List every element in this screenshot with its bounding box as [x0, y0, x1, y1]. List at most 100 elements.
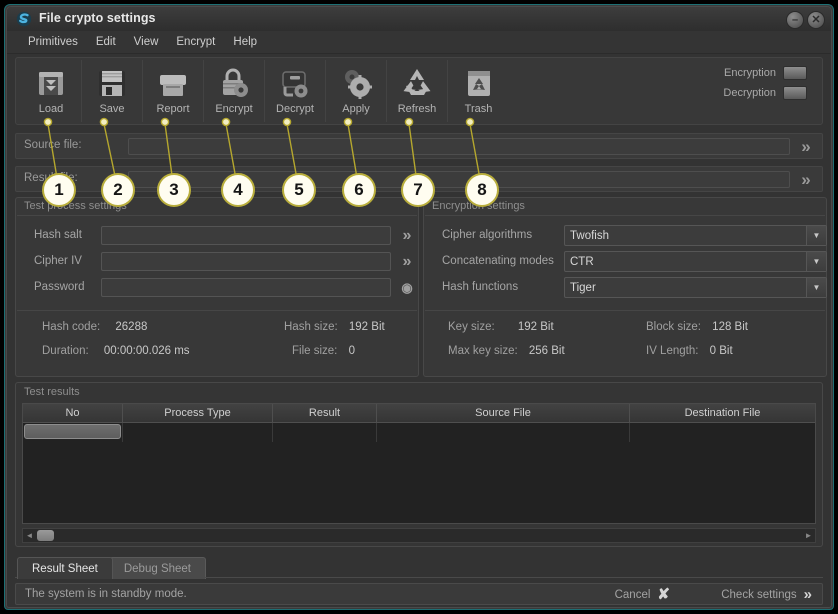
menu-item-view[interactable]: View: [125, 33, 168, 51]
cipher-iv-generate-button[interactable]: »: [396, 251, 418, 272]
scroll-left-arrow-icon[interactable]: ◄: [23, 531, 36, 540]
toolbar-label-save: Save: [99, 103, 125, 115]
result-file-browse-button[interactable]: »: [794, 170, 818, 190]
chevron-down-icon[interactable]: ▼: [806, 226, 826, 245]
hash-size-value: 192 Bit: [348, 321, 385, 333]
hash-functions-select[interactable]: Tiger ▼: [564, 277, 827, 298]
check-settings-label: Check settings: [721, 588, 797, 601]
block-size-label: Block size:: [646, 321, 701, 333]
toolbar-button-save[interactable]: Save: [82, 60, 143, 122]
toolbar-button-load[interactable]: Load: [21, 60, 82, 122]
toolbar-label-trash: Trash: [464, 103, 493, 115]
cipher-algorithms-label: Cipher algorithms: [442, 229, 533, 241]
toolbar-button-refresh[interactable]: Refresh: [387, 60, 448, 122]
iv-length-value: 0 Bit: [709, 345, 733, 357]
toolbar-status-indicators: Encryption Decryption: [723, 66, 814, 106]
encryption-settings-title: Encryption settings: [432, 200, 525, 212]
hash-functions-value: Tiger: [570, 281, 596, 294]
password-input[interactable]: [101, 278, 391, 297]
close-button[interactable]: ✕: [807, 11, 825, 29]
result-file-label: Result file:: [24, 172, 78, 184]
cell-destination-file[interactable]: [630, 423, 815, 442]
menu-item-encrypt[interactable]: Encrypt: [167, 33, 224, 51]
chevron-down-icon[interactable]: ▼: [806, 252, 826, 271]
toolbar-button-encrypt[interactable]: Encrypt: [204, 60, 265, 122]
password-reveal-button[interactable]: ◉: [396, 277, 418, 298]
sheet-tabs: Result Sheet Debug Sheet: [17, 555, 206, 579]
result-file-row: Result file: »: [15, 166, 823, 192]
key-size-stat: Key size: 192 Bit: [448, 321, 554, 333]
toolbar-label-load: Load: [38, 103, 64, 115]
tab-result-sheet[interactable]: Result Sheet: [17, 557, 113, 579]
cell-result[interactable]: [273, 423, 377, 442]
cancel-button[interactable]: Cancel ✘: [615, 586, 670, 603]
check-settings-button[interactable]: Check settings »: [721, 586, 812, 603]
title-bar[interactable]: File crypto settings – ✕: [7, 7, 831, 32]
decryption-indicator-row: Decryption: [723, 86, 814, 100]
menu-item-primitives[interactable]: Primitives: [19, 33, 87, 51]
hash-salt-input[interactable]: [101, 226, 391, 245]
cipher-algorithms-select[interactable]: Twofish ▼: [564, 225, 827, 246]
duration-label: Duration:: [42, 345, 89, 357]
hash-salt-generate-button[interactable]: »: [396, 225, 418, 246]
block-size-stat: Block size: 128 Bit: [646, 321, 748, 333]
recycle-icon: [398, 64, 436, 102]
max-key-size-label: Max key size:: [448, 345, 518, 357]
cell-source-file[interactable]: [377, 423, 630, 442]
column-header-no[interactable]: No: [23, 404, 123, 422]
file-size-label: File size:: [292, 345, 338, 357]
window-inner: File crypto settings – ✕ Primitives Edit…: [6, 6, 832, 608]
source-file-label: Source file:: [24, 139, 82, 151]
column-header-result[interactable]: Result: [273, 404, 377, 422]
window-title: File crypto settings: [39, 11, 156, 25]
menu-item-help[interactable]: Help: [224, 33, 266, 51]
hash-salt-row: Hash salt »: [16, 224, 418, 250]
cell-no[interactable]: [23, 423, 123, 442]
test-process-settings-panel: Test process settings Hash salt » Cipher…: [15, 197, 419, 377]
toolbar-button-report[interactable]: Report: [143, 60, 204, 122]
hash-code-value: 26288: [115, 321, 148, 333]
panel-divider-top: [17, 215, 417, 216]
source-file-browse-button[interactable]: »: [794, 137, 818, 157]
password-label: Password: [34, 281, 85, 293]
toolbar-button-group: Load Save Report Encrypt Decrypt Apply R…: [21, 60, 509, 124]
app-logo-icon: [16, 11, 32, 27]
results-horizontal-scrollbar[interactable]: ◄ ►: [22, 528, 816, 543]
toolbar-button-decrypt[interactable]: Decrypt: [265, 60, 326, 122]
toolbar-button-trash[interactable]: Trash: [448, 60, 509, 122]
hash-functions-label: Hash functions: [442, 281, 519, 293]
folder-download-icon: [32, 64, 70, 102]
cell-process-type[interactable]: [123, 423, 273, 442]
menu-item-edit[interactable]: Edit: [87, 33, 125, 51]
test-results-panel: Test results No Process Type Result Sour…: [15, 382, 823, 547]
chevron-down-icon[interactable]: ▼: [806, 278, 826, 297]
toolbar-label-encrypt: Encrypt: [215, 103, 253, 115]
result-file-input[interactable]: [128, 171, 790, 188]
tabs-baseline: [15, 577, 823, 578]
tab-debug-sheet[interactable]: Debug Sheet: [108, 557, 206, 579]
scrollbar-thumb[interactable]: [37, 530, 54, 541]
hash-code-stat: Hash code: 26288: [42, 321, 147, 333]
application-window: File crypto settings – ✕ Primitives Edit…: [4, 4, 834, 610]
column-header-source-file[interactable]: Source File: [377, 404, 630, 422]
table-row[interactable]: [23, 423, 815, 442]
encryption-indicator-row: Encryption: [723, 66, 814, 80]
cipher-algorithms-value: Twofish: [570, 229, 609, 242]
scroll-right-arrow-icon[interactable]: ►: [802, 531, 815, 540]
source-file-input[interactable]: [128, 138, 790, 155]
column-header-process-type[interactable]: Process Type: [123, 404, 273, 422]
column-header-destination-file[interactable]: Destination File: [630, 404, 815, 422]
hash-size-label: Hash size:: [284, 321, 338, 333]
toolbar-label-report: Report: [156, 103, 190, 115]
toolbar-button-apply[interactable]: Apply: [326, 60, 387, 122]
gears-icon: [337, 64, 375, 102]
test-process-settings-title: Test process settings: [24, 200, 127, 212]
concatenating-modes-value: CTR: [570, 255, 594, 268]
status-message: The system is in standby mode.: [25, 588, 187, 600]
cipher-iv-row: Cipher IV »: [16, 250, 418, 276]
cipher-iv-input[interactable]: [101, 252, 391, 271]
concatenating-modes-select[interactable]: CTR ▼: [564, 251, 827, 272]
minimize-button[interactable]: –: [786, 11, 804, 29]
close-x-icon: ✘: [657, 586, 670, 603]
toolbar: Load Save Report Encrypt Decrypt Apply R…: [15, 57, 823, 125]
